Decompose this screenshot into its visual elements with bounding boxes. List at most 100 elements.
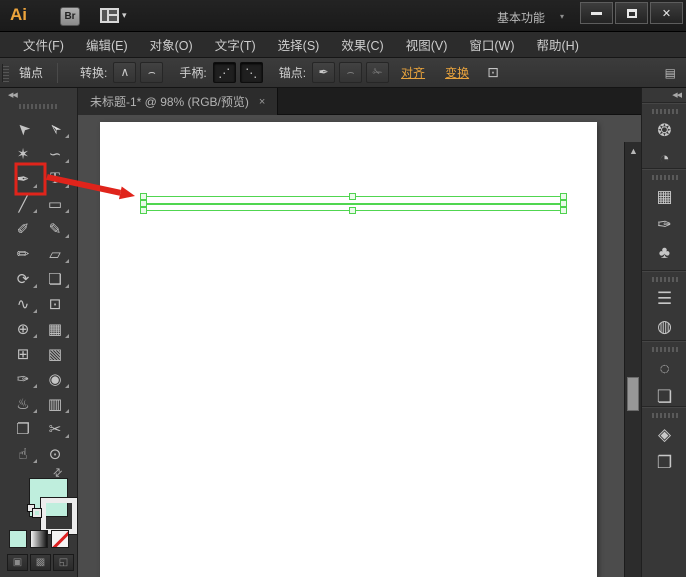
menu-item-2[interactable]: 对象(O) xyxy=(139,32,204,57)
brushes-panel-icon[interactable]: ✑ xyxy=(642,211,686,239)
menu-item-7[interactable]: 窗口(W) xyxy=(458,32,525,57)
appearance-panel-icon[interactable]: ◌ xyxy=(642,355,686,383)
scroll-up-icon[interactable]: ▲ xyxy=(625,144,641,158)
vertical-scrollbar[interactable]: ▲ xyxy=(624,142,641,577)
anchor-point-3[interactable] xyxy=(140,200,147,207)
swatches-panel-icon[interactable]: ▦ xyxy=(642,183,686,211)
type-tool[interactable]: T xyxy=(39,166,71,191)
eyedropper-tool[interactable]: ✑ xyxy=(7,366,39,391)
width-tool[interactable]: ∿ xyxy=(7,291,39,316)
pen-tool[interactable]: ✒ xyxy=(7,166,39,191)
anchor-point-2[interactable] xyxy=(560,193,567,200)
anchor-point-1[interactable] xyxy=(349,193,356,200)
control-bar-grip[interactable] xyxy=(2,63,9,82)
document-tab[interactable]: 未标题-1* @ 98% (RGB/预览) × xyxy=(78,88,279,115)
menu-item-6[interactable]: 视图(V) xyxy=(395,32,459,57)
paintbrush-tool[interactable]: ✐ xyxy=(7,216,39,241)
anchor-point-6[interactable] xyxy=(349,207,356,214)
stroke-panel-icon[interactable]: ☰ xyxy=(642,285,686,313)
artboards-panel-icon[interactable]: ❐ xyxy=(642,449,686,477)
color-style-button[interactable] xyxy=(9,530,27,548)
connect-path-button[interactable]: ⌢ xyxy=(339,62,363,84)
arrange-documents-caret-icon[interactable]: ▾ xyxy=(122,10,127,21)
symbols-panel-icon[interactable]: ♣ xyxy=(642,239,686,267)
rotate-tool[interactable]: ⟳ xyxy=(7,266,39,291)
perspective-grid-tool[interactable]: ▦ xyxy=(39,316,71,341)
symbol-sprayer-tool[interactable]: ♨ xyxy=(7,391,39,416)
menu-item-5[interactable]: 效果(C) xyxy=(330,32,394,57)
collapse-tools-icon[interactable]: ◀◀ xyxy=(8,91,18,99)
tools-panel-grip[interactable] xyxy=(19,104,59,109)
draw-inside-button[interactable]: ◱ xyxy=(53,554,74,571)
menu-item-3[interactable]: 文字(T) xyxy=(204,32,267,57)
hand-tool[interactable]: ☝ xyxy=(7,441,39,466)
anchor-point-5[interactable] xyxy=(140,207,147,214)
menu-item-0[interactable]: 文件(F) xyxy=(12,32,75,57)
pencil-tool[interactable]: ✎ xyxy=(39,216,71,241)
hide-handles-button[interactable]: ⋱ xyxy=(239,62,263,83)
none-style-button[interactable] xyxy=(51,530,69,548)
green-path-segment-1[interactable] xyxy=(140,203,566,205)
gradient-tool[interactable]: ▧ xyxy=(39,341,71,366)
align-link[interactable]: 对齐 xyxy=(401,64,425,81)
zoom-tool[interactable]: ⊙ xyxy=(39,441,71,466)
draw-behind-button[interactable]: ▩ xyxy=(30,554,51,571)
scrollbar-thumb[interactable] xyxy=(627,377,639,411)
perspective-grid-tool-icon: ▦ xyxy=(47,320,63,338)
draw-normal-button[interactable]: ▣ xyxy=(7,554,28,571)
free-transform-tool[interactable]: ⊡ xyxy=(39,291,71,316)
free-distort-icon[interactable]: ⊡ xyxy=(487,64,499,81)
panel-group-grip[interactable] xyxy=(651,413,678,418)
anchor-point-0[interactable] xyxy=(140,193,147,200)
line-segment-tool[interactable]: ╱ xyxy=(7,191,39,216)
magic-wand-tool[interactable]: ✶ xyxy=(7,141,39,166)
maximize-button[interactable] xyxy=(615,2,648,24)
workspace-switcher[interactable]: 基本功能 xyxy=(497,9,545,26)
transparency-panel-icon[interactable]: ◍ xyxy=(642,313,686,341)
anchor-point-4[interactable] xyxy=(560,200,567,207)
artboard-tool[interactable]: ❐ xyxy=(7,416,39,441)
column-graph-tool[interactable]: ▥ xyxy=(39,391,71,416)
minimize-button[interactable] xyxy=(580,2,613,24)
scale-tool[interactable]: ❏ xyxy=(39,266,71,291)
stroke-color-swatch[interactable] xyxy=(40,497,78,535)
selection-tool[interactable]: ➤ xyxy=(7,116,39,141)
document-tab-title: 未标题-1* @ 98% (RGB/预览) xyxy=(90,95,249,109)
rectangle-tool[interactable]: ▭ xyxy=(39,191,71,216)
canvas[interactable]: ▲ xyxy=(78,115,641,577)
blob-brush-tool[interactable]: ✏ xyxy=(7,241,39,266)
close-button[interactable]: ✕ xyxy=(650,2,683,24)
layers-panel-icon[interactable]: ◈ xyxy=(642,421,686,449)
menu-item-4[interactable]: 选择(S) xyxy=(267,32,331,57)
eraser-tool[interactable]: ▱ xyxy=(39,241,71,266)
menu-item-8[interactable]: 帮助(H) xyxy=(526,32,590,57)
transform-link[interactable]: 变换 xyxy=(445,64,469,81)
shape-builder-tool[interactable]: ⊕ xyxy=(7,316,39,341)
bridge-button[interactable]: Br xyxy=(60,7,80,26)
slice-tool[interactable]: ✂ xyxy=(39,416,71,441)
expand-panels-icon[interactable]: ◀◀ xyxy=(672,91,682,99)
arrange-documents-icon[interactable] xyxy=(100,8,119,23)
tab-close-icon[interactable]: × xyxy=(259,96,265,108)
blend-tool[interactable]: ◉ xyxy=(39,366,71,391)
color-panel-icon[interactable]: ❂ xyxy=(642,117,686,145)
convert-to-corner-button[interactable]: ∧ xyxy=(113,61,137,83)
lasso-tool[interactable]: ∽ xyxy=(39,141,71,166)
panel-group-grip[interactable] xyxy=(651,175,678,180)
gradient-style-button[interactable] xyxy=(30,530,48,548)
anchor-point-7[interactable] xyxy=(560,207,567,214)
artboard[interactable] xyxy=(100,122,597,577)
panel-group-grip[interactable] xyxy=(651,347,678,352)
workspace-caret-icon[interactable]: ▾ xyxy=(560,12,564,21)
show-handles-button[interactable]: ⋰ xyxy=(212,62,236,83)
default-fill-stroke-icon[interactable] xyxy=(27,504,42,518)
control-panel-menu-icon[interactable]: ▤ xyxy=(665,66,676,80)
menu-item-1[interactable]: 编辑(E) xyxy=(75,32,139,57)
panel-group-grip[interactable] xyxy=(651,277,678,282)
direct-selection-tool[interactable]: ➢ xyxy=(39,116,71,141)
convert-to-smooth-button[interactable]: ⌢ xyxy=(140,62,164,84)
panel-group-grip[interactable] xyxy=(651,109,678,114)
cut-path-button[interactable]: ✁ xyxy=(366,61,390,83)
remove-anchor-button[interactable]: ✒ xyxy=(312,61,336,83)
mesh-tool[interactable]: ⊞ xyxy=(7,341,39,366)
